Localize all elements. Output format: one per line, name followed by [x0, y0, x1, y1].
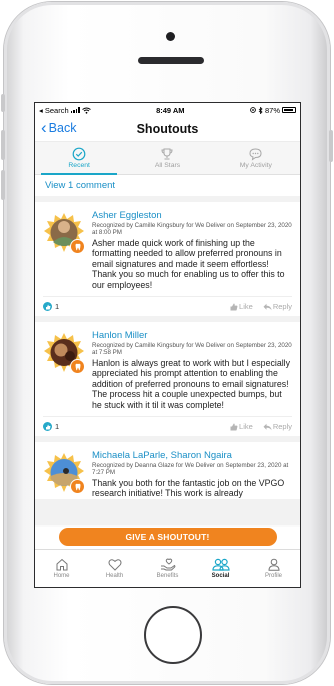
tab-health-label: Health — [105, 573, 124, 579]
reply-button[interactable]: Reply — [263, 422, 292, 431]
tab-benefits[interactable]: Benefits — [141, 550, 194, 587]
bluetooth-icon — [258, 106, 263, 114]
reply-arrow-icon — [263, 303, 272, 310]
status-carrier: ◂ Search — [39, 105, 69, 115]
check-circle-icon — [72, 147, 86, 161]
volume-up-button — [1, 130, 5, 160]
shoutout-message: Asher made quick work of finishing up th… — [92, 238, 285, 290]
post-footer: 1 Like Reply — [43, 416, 292, 436]
home-icon — [56, 558, 67, 571]
signal-icon — [70, 107, 80, 113]
wifi-icon — [81, 107, 91, 114]
give-shoutout-button[interactable]: GIVE A SHOUTOUT! — [58, 528, 277, 546]
status-time: 8:49 AM — [156, 105, 185, 115]
thumbs-up-icon — [230, 423, 238, 431]
thumbs-up-icon — [230, 303, 238, 311]
home-button[interactable] — [144, 606, 202, 664]
avatar[interactable] — [43, 212, 85, 254]
recipient-name[interactable]: Hanlon Miller — [92, 330, 292, 341]
like-count-value: 1 — [55, 302, 60, 312]
battery-percent: 87% — [264, 105, 280, 115]
tab-recent-label: Recent — [68, 162, 90, 169]
bottom-tab-bar: Home Health Benefits Social Profile — [35, 549, 300, 587]
recipient-name[interactable]: Michaela LaParle, Sharon Ngaira — [92, 450, 292, 461]
reply-button[interactable]: Reply — [263, 302, 292, 311]
like-label: Like — [239, 422, 253, 432]
earpiece-speaker — [138, 57, 204, 64]
like-count[interactable]: 1 — [43, 302, 60, 312]
like-bubble-icon — [43, 302, 52, 312]
volume-down-button — [1, 170, 5, 200]
avatar[interactable] — [43, 452, 85, 495]
tab-home-label: Home — [53, 573, 70, 579]
like-count-value: 1 — [55, 422, 60, 432]
tab-benefits-label: Benefits — [156, 573, 179, 579]
battery-icon — [282, 107, 296, 113]
recognition-meta: Recognized by Deanna Glaze for We Delive… — [92, 462, 289, 477]
tab-social-label: Social — [211, 573, 230, 579]
tooth-badge-icon — [70, 359, 85, 375]
location-icon — [250, 107, 256, 113]
recognition-meta: Recognized by Camille Kingsbury for We D… — [92, 342, 292, 357]
heart-icon — [108, 559, 121, 571]
reply-label: Reply — [272, 422, 292, 432]
recipient-name[interactable]: Asher Eggleston — [92, 210, 292, 221]
shoutout-card: Asher Eggleston Recognized by Camille Ki… — [35, 202, 300, 317]
power-button — [329, 130, 333, 162]
reply-arrow-icon — [263, 423, 272, 430]
tab-social[interactable]: Social — [194, 550, 247, 587]
shoutout-tabs: Recent All Stars My Activity — [35, 141, 300, 175]
trophy-icon — [161, 148, 173, 160]
shoutout-feed[interactable]: View 1 comment Asher Eggleston Recognize… — [35, 175, 300, 527]
back-button[interactable]: ‹ Back — [41, 118, 77, 137]
status-bar: ◂ Search 8:49 AM 87% — [35, 103, 300, 117]
tab-home[interactable]: Home — [35, 550, 88, 587]
post-footer: 1 Like Reply — [43, 296, 292, 316]
tooth-badge-icon — [70, 479, 85, 495]
tab-my-activity-label: My Activity — [239, 162, 272, 169]
shoutout-message: Hanlon is always great to work with but … — [92, 358, 291, 410]
chat-bubble-icon — [249, 148, 262, 161]
shoutout-card: Michaela LaParle, Sharon Ngaira Recogniz… — [35, 442, 300, 499]
tab-recent[interactable]: Recent — [35, 142, 123, 175]
view-comments-link[interactable]: View 1 comment — [35, 175, 300, 196]
tab-health[interactable]: Health — [88, 550, 141, 587]
chevron-left-icon: ‹ — [41, 118, 47, 137]
tab-my-activity[interactable]: My Activity — [212, 142, 300, 174]
tab-profile-label: Profile — [264, 573, 282, 579]
avatar[interactable] — [43, 332, 85, 375]
tooth-badge-icon — [70, 239, 85, 254]
cta-container: GIVE A SHOUTOUT! — [35, 525, 300, 549]
app-screen: ◂ Search 8:49 AM 87% ‹ Back Shoutouts Re… — [34, 102, 301, 588]
person-icon — [267, 558, 280, 571]
benefits-hand-icon — [160, 558, 175, 571]
people-icon — [211, 558, 230, 571]
like-count[interactable]: 1 — [43, 422, 60, 432]
front-camera — [166, 32, 175, 41]
back-label: Back — [48, 121, 77, 135]
tab-all-stars[interactable]: All Stars — [123, 142, 211, 174]
tab-profile[interactable]: Profile — [247, 550, 300, 587]
reply-label: Reply — [272, 302, 292, 312]
shoutout-card: Hanlon Miller Recognized by Camille King… — [35, 322, 300, 437]
tab-all-stars-label: All Stars — [154, 162, 181, 169]
shoutout-message: Thank you both for the fantastic job on … — [92, 478, 285, 499]
like-button[interactable]: Like — [230, 422, 253, 431]
like-bubble-icon — [43, 422, 52, 432]
navigation-bar: ‹ Back Shoutouts — [35, 117, 300, 141]
like-label: Like — [239, 302, 253, 312]
recognition-meta: Recognized by Camille Kingsbury for We D… — [92, 222, 292, 236]
mute-switch — [1, 94, 5, 112]
like-button[interactable]: Like — [230, 302, 253, 311]
